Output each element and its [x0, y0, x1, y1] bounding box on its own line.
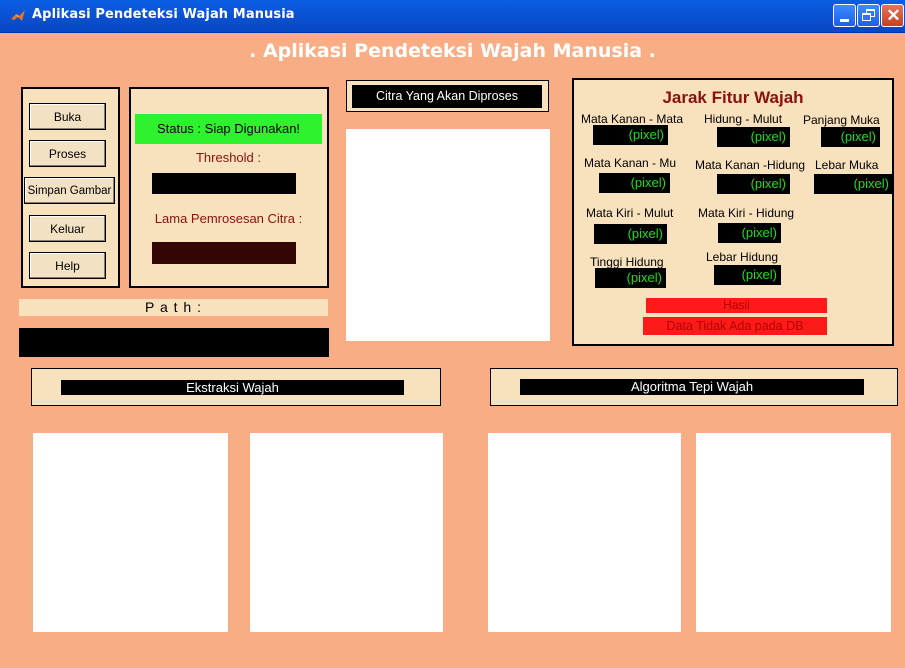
lama-pemrosesan-label: Lama Pemrosesan Citra : [154, 211, 303, 226]
tinggi-hidung-value: (pixel) [595, 268, 666, 288]
panjang-muka-label: Panjang Muka [803, 113, 880, 127]
close-button[interactable]: ✕ [881, 4, 904, 27]
path-label: P a t h : [19, 299, 328, 316]
hidung-mulut-value: (pixel) [717, 127, 790, 147]
lebar-hidung-value: (pixel) [714, 265, 781, 285]
lama-pemrosesan-field [152, 242, 296, 264]
ekstraksi-image-1 [33, 433, 228, 632]
threshold-field[interactable] [152, 173, 296, 194]
close-icon: ✕ [886, 6, 901, 25]
algoritma-image-1 [488, 433, 681, 632]
mata-kanan-mata-label: Mata Kanan - Mata [581, 112, 684, 126]
keluar-button[interactable]: Keluar [29, 215, 106, 242]
lebar-muka-label: Lebar Muka [815, 158, 879, 172]
mata-kiri-mulut-label: Mata Kiri - Mulut [586, 206, 674, 220]
lebar-muka-value: (pixel) [814, 174, 893, 194]
minimize-button[interactable] [833, 4, 856, 27]
threshold-label: Threshold : [195, 150, 262, 165]
mata-kiri-mulut-value: (pixel) [594, 224, 667, 244]
maximize-button[interactable] [857, 4, 880, 27]
citra-image [346, 129, 550, 341]
status-text: Status : Siap Digunakan! [135, 114, 322, 144]
buka-button[interactable]: Buka [29, 103, 106, 130]
mata-kiri-hidung-label: Mata Kiri - Hidung [698, 206, 795, 220]
window-title: Aplikasi Pendeteksi Wajah Manusia [32, 7, 295, 22]
mata-kanan-mu-value: (pixel) [599, 173, 670, 193]
mata-kanan-mata-value: (pixel) [593, 125, 668, 145]
ekstraksi-image-2 [250, 433, 443, 632]
jarak-fitur-title: Jarak Fitur Wajah [662, 88, 804, 107]
matlab-icon [11, 10, 25, 21]
algoritma-label: Algoritma Tepi Wajah [520, 379, 864, 395]
minimize-icon [840, 19, 849, 22]
mata-kanan-hidung-value: (pixel) [717, 174, 790, 194]
page-title: . Aplikasi Pendeteksi Wajah Manusia . [249, 40, 656, 62]
mata-kanan-mu-label: Mata Kanan - Mu [584, 156, 677, 170]
panjang-muka-value: (pixel) [821, 127, 880, 147]
path-field[interactable] [19, 328, 329, 357]
mata-kanan-hidung-label: Mata Kanan -Hidung [695, 158, 806, 172]
simpan-gambar-button[interactable]: Simpan Gambar [24, 177, 115, 204]
hidung-mulut-label: Hidung - Mulut [704, 112, 783, 126]
hasil-label: Hasil [646, 298, 827, 313]
tinggi-hidung-label: Tinggi Hidung [590, 255, 664, 269]
help-button[interactable]: Help [29, 252, 106, 279]
ekstraksi-label: Ekstraksi Wajah [61, 380, 404, 395]
algoritma-image-2 [696, 433, 891, 632]
citra-label: Citra Yang Akan Diproses [352, 85, 542, 108]
result-text: Data Tidak Ada pada DB [643, 317, 827, 335]
proses-button[interactable]: Proses [29, 140, 106, 167]
lebar-hidung-label: Lebar Hidung [706, 250, 779, 264]
mata-kiri-hidung-value: (pixel) [718, 223, 781, 243]
